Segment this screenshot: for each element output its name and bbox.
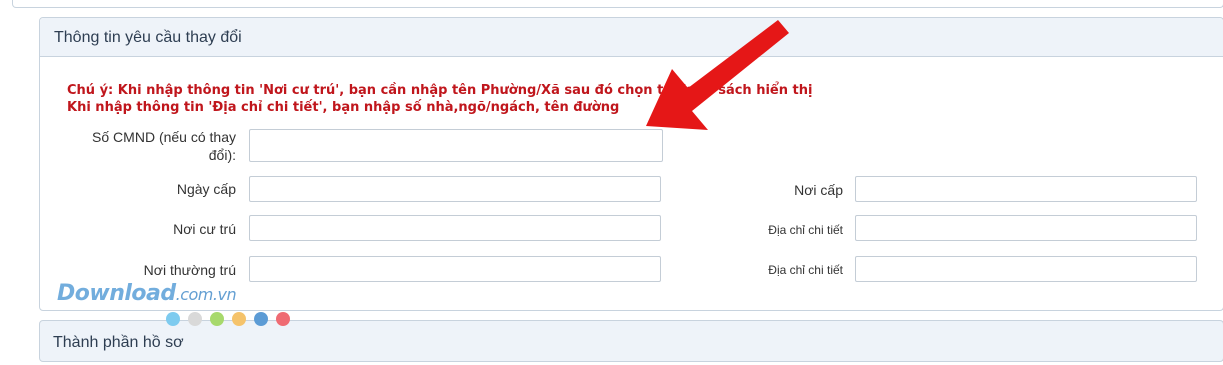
cmnd-label: Số CMND (nếu có thay đổi): [92,129,236,163]
noi-thuong-tru-label: Nơi thường trú [143,262,236,278]
watermark-dot [210,312,224,326]
watermark-dot [188,312,202,326]
watermark-dots [166,312,298,331]
notice-text: Chú ý: Khi nhập thông tin 'Nơi cư trú', … [67,82,812,116]
watermark-dot [232,312,246,326]
watermark-dot [254,312,268,326]
dia-chi-chi-tiet-input-1[interactable] [855,215,1197,241]
noi-thuong-tru-input[interactable] [249,256,661,282]
dia-chi-chi-tiet-label-2: Địa chỉ chi tiết [768,263,843,277]
dia-chi-chi-tiet-label-1: Địa chỉ chi tiết [768,223,843,237]
notice-line-1: Chú ý: Khi nhập thông tin 'Nơi cư trú', … [67,83,813,98]
noi-cu-tru-input[interactable] [249,215,661,241]
ngay-cap-input[interactable] [249,176,661,202]
panel-title: Thông tin yêu cầu thay đổi [40,18,1223,57]
ngay-cap-label: Ngày cấp [176,181,236,197]
previous-panel-bottom [12,0,1223,8]
cmnd-input[interactable] [249,129,663,162]
dia-chi-chi-tiet-input-2[interactable] [855,256,1197,282]
notice-line-2: Khi nhập thông tin 'Địa chỉ chi tiết', b… [67,100,620,115]
watermark-brand: Download [57,281,176,306]
noi-cu-tru-label: Nơi cư trú [173,221,236,237]
noi-cap-label: Nơi cấp [794,182,843,198]
watermark-domain: .com.vn [175,285,237,304]
watermark-dot [276,312,290,326]
noi-cap-input[interactable] [855,176,1197,202]
watermark-dot [166,312,180,326]
watermark-logo: Download.com.vn [57,281,237,306]
